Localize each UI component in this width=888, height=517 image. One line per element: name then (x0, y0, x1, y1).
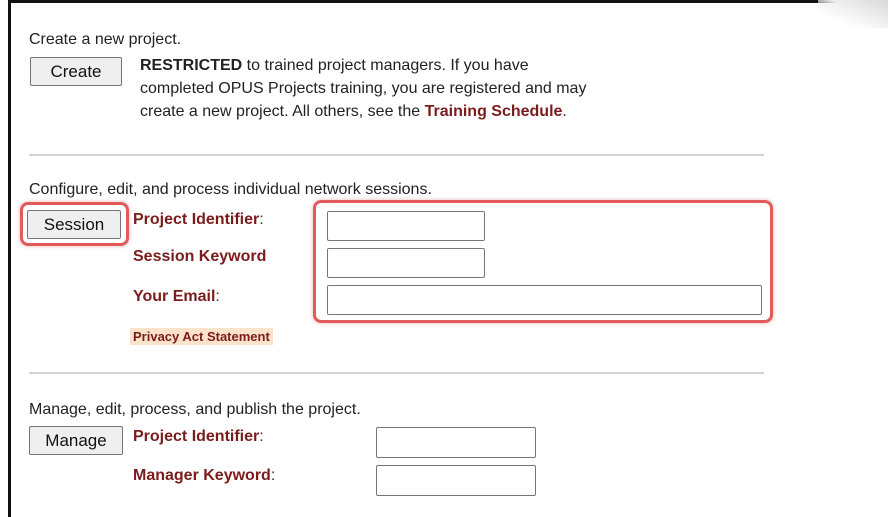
your-email-text: Your Email (133, 288, 216, 305)
manage-project-identifier-text: Project Identifier (133, 428, 260, 445)
colon: : (259, 211, 264, 228)
session-project-identifier-text: Project Identifier (133, 211, 260, 228)
training-posttext: . (562, 103, 567, 120)
email-input[interactable] (327, 285, 762, 315)
manager-keyword-label: Manager Keyword: (133, 467, 275, 485)
session-keyword-input[interactable] (327, 248, 485, 278)
manage-heading: Manage, edit, process, and publish the p… (29, 401, 361, 418)
colon: : (270, 467, 276, 484)
colon: : (215, 288, 220, 305)
your-email-label: Your Email: (133, 288, 220, 306)
restricted-label: RESTRICTED (140, 57, 243, 74)
restriction-text: to trained project managers. If you have (242, 57, 529, 74)
manage-button[interactable]: Manage (29, 426, 123, 455)
section-divider-2 (29, 372, 764, 374)
manager-keyword-text: Manager Keyword (133, 467, 271, 484)
corner-shadow (818, 0, 888, 28)
session-keyword-text: Session Keyword (133, 248, 267, 265)
manage-project-identifier-label: Project Identifier: (133, 428, 264, 446)
session-project-identifier-input[interactable] (327, 211, 485, 241)
training-schedule-link[interactable]: Training Schedule (425, 103, 563, 120)
manager-keyword-input[interactable] (376, 465, 536, 496)
privacy-act-link[interactable]: Privacy Act Statement (130, 328, 273, 345)
create-restriction-line3: create a new project. All others, see th… (140, 103, 567, 121)
section-divider-1 (29, 154, 764, 156)
manage-project-identifier-input[interactable] (376, 427, 536, 458)
create-restriction-line2: completed OPUS Projects training, you ar… (140, 80, 587, 97)
create-button[interactable]: Create (30, 57, 122, 86)
colon: : (259, 428, 264, 445)
session-project-identifier-label: Project Identifier: (133, 211, 264, 229)
create-heading: Create a new project. (29, 31, 182, 48)
training-pretext: create a new project. All others, see th… (140, 103, 425, 120)
session-keyword-label: Session Keyword (133, 248, 266, 266)
session-heading: Configure, edit, and process individual … (29, 181, 432, 198)
create-restriction-line1: RESTRICTED to trained project managers. … (140, 57, 529, 75)
session-button[interactable]: Session (27, 210, 121, 239)
